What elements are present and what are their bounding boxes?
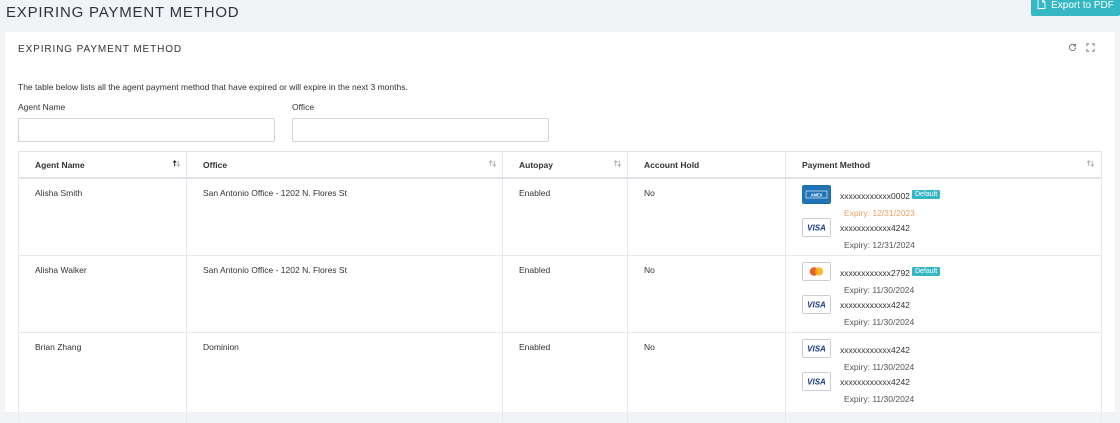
sort-icon[interactable]: [488, 159, 497, 168]
card-number: xxxxxxxxxxxx4242: [840, 377, 910, 387]
column-header-autopay[interactable]: Autopay: [503, 152, 628, 177]
agent-name-cell: Alisha Walker: [35, 265, 87, 275]
visa-card-icon: VISA: [802, 295, 831, 314]
expiry-text: Expiry: 11/30/2024: [844, 285, 915, 295]
office-cell: San Antonio Office - 1202 N. Flores St: [203, 265, 347, 275]
agent-name-cell: Alisha Smith: [35, 188, 83, 198]
expiry-text: Expiry: 12/31/2024: [844, 240, 915, 250]
expiry-text: Expiry: 11/30/2024: [844, 394, 915, 404]
export-pdf-label: Export to PDF: [1051, 0, 1114, 11]
card-number: xxxxxxxxxxxx4242: [840, 300, 910, 310]
sort-icon[interactable]: [1086, 159, 1095, 168]
expiry-text: Expiry: 12/31/2023: [844, 208, 915, 218]
card-number: xxxxxxxxxxxx4242: [840, 345, 910, 355]
table-row[interactable]: Alisha Walker San Antonio Office - 1202 …: [19, 256, 1101, 333]
account-hold-cell: No: [644, 342, 655, 352]
visa-card-icon: VISA: [802, 372, 831, 391]
file-icon: [1037, 0, 1046, 12]
amex-card-icon: AMEX: [802, 185, 831, 204]
panel-tools: [1068, 43, 1095, 52]
column-header-agent-name[interactable]: Agent Name: [19, 152, 187, 177]
sort-icon[interactable]: [613, 159, 622, 168]
account-hold-cell: No: [644, 188, 655, 198]
payment-method-table: Agent Name Office Autopay Account Hold P…: [18, 151, 1102, 423]
card-number: xxxxxxxxxxxx2792: [840, 268, 910, 278]
card-number: xxxxxxxxxxxx0002: [840, 191, 910, 201]
autopay-cell: Enabled: [519, 188, 551, 198]
default-badge: Default: [912, 267, 941, 276]
office-cell: Dominion: [203, 342, 239, 352]
agent-name-filter-label: Agent Name: [18, 102, 66, 112]
panel-title: EXPIRING PAYMENT METHOD: [18, 44, 183, 55]
table-header-row: Agent Name Office Autopay Account Hold P…: [19, 152, 1101, 179]
autopay-cell: Enabled: [519, 265, 551, 275]
svg-text:VISA: VISA: [807, 378, 826, 387]
column-header-payment-method[interactable]: Payment Method: [786, 152, 1101, 177]
expiry-text: Expiry: 11/30/2024: [844, 362, 915, 372]
panel-description: The table below lists all the agent paym…: [18, 82, 408, 92]
office-filter-label: Office: [292, 102, 315, 112]
office-filter-input[interactable]: [292, 118, 549, 142]
svg-text:VISA: VISA: [807, 301, 826, 310]
default-badge: Default: [912, 190, 941, 199]
column-header-account-hold[interactable]: Account Hold: [628, 152, 786, 177]
payment-method-cell: VISA xxxxxxxxxxxx4242 Expiry: 11/30/2024…: [786, 333, 1101, 423]
visa-card-icon: VISA: [802, 218, 831, 237]
column-header-office[interactable]: Office: [187, 152, 503, 177]
svg-text:VISA: VISA: [807, 224, 826, 233]
visa-card-icon: VISA: [802, 339, 831, 358]
export-pdf-button[interactable]: Export to PDF: [1031, 0, 1120, 16]
mastercard-card-icon: [802, 262, 831, 281]
refresh-icon[interactable]: [1068, 43, 1077, 52]
payment-method-cell: AMEX xxxxxxxxxxxx0002 Default Expiry: 12…: [786, 179, 1101, 255]
account-hold-cell: No: [644, 265, 655, 275]
page-title: EXPIRING PAYMENT METHOD: [6, 4, 240, 21]
expand-icon[interactable]: [1086, 43, 1095, 52]
sort-asc-icon[interactable]: [172, 159, 181, 168]
card-number: xxxxxxxxxxxx4242: [840, 223, 910, 233]
svg-text:VISA: VISA: [807, 345, 826, 354]
svg-text:AMEX: AMEX: [810, 193, 822, 198]
agent-name-cell: Brian Zhang: [35, 342, 82, 352]
autopay-cell: Enabled: [519, 342, 551, 352]
payment-method-cell: xxxxxxxxxxxx2792 Default Expiry: 11/30/2…: [786, 256, 1101, 332]
office-cell: San Antonio Office - 1202 N. Flores St: [203, 188, 347, 198]
agent-name-filter-input[interactable]: [18, 118, 275, 142]
expiry-text: Expiry: 11/30/2024: [844, 317, 915, 327]
report-panel: EXPIRING PAYMENT METHOD The table below …: [5, 32, 1115, 423]
table-row[interactable]: Alisha Smith San Antonio Office - 1202 N…: [19, 179, 1101, 256]
table-row[interactable]: Brian Zhang Dominion Enabled No VISA xxx…: [19, 333, 1101, 423]
